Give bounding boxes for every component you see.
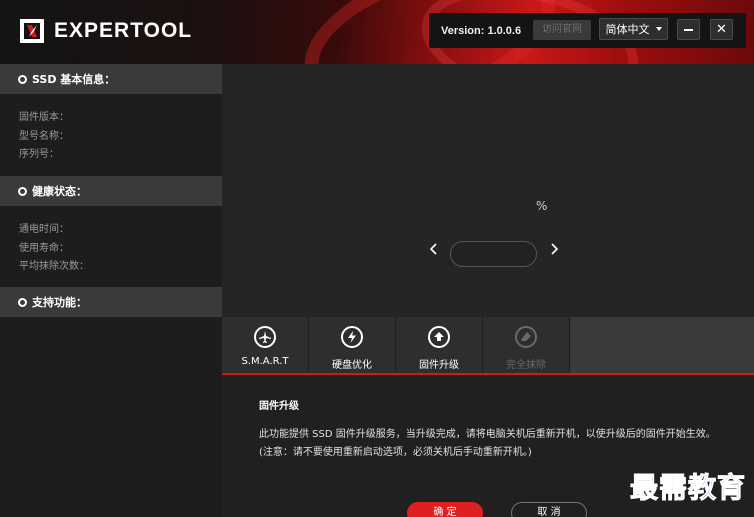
upload-icon <box>428 326 450 348</box>
tab-secure-erase: 完全抹除 <box>483 317 570 373</box>
tab-label: S.M.A.R.T <box>241 356 289 367</box>
eraser-icon <box>515 326 537 348</box>
tab-label: 硬盘优化 <box>332 360 372 371</box>
window-toolbar: Version: 1.0.0.6 访问官网 简体中文 ✕ <box>429 13 746 48</box>
app-logo: EXPERTOOL <box>18 17 192 45</box>
minimize-icon <box>684 28 693 31</box>
section-header-ssd-info: SSD 基本信息： <box>0 64 222 94</box>
section-header-features: 支持功能： <box>0 287 222 317</box>
tab-firmware-upgrade[interactable]: 固件升级 <box>396 317 483 373</box>
watermark: 最需教育 <box>629 471 747 505</box>
tab-optimize[interactable]: 硬盘优化 <box>309 317 396 373</box>
visit-website-button[interactable]: 访问官网 <box>533 20 591 40</box>
section-title: 健康状态： <box>32 185 87 198</box>
app-header: EXPERTOOL Version: 1.0.0.6 访问官网 简体中文 ✕ <box>0 0 754 64</box>
circle-bullet-icon <box>18 297 27 307</box>
power-on-time-label: 通电时间： <box>19 224 69 235</box>
health-fields: 通电时间： 使用寿命： 平均抹除次数： <box>0 206 222 287</box>
feature-tabs: S.M.A.R.T 硬盘优化 固件升级 完全抹除 <box>222 317 754 373</box>
tab-label: 固件升级 <box>419 360 459 371</box>
cancel-button[interactable]: 取 消 <box>511 502 587 517</box>
model-name-label: 型号名称： <box>19 130 69 142</box>
drive-display-area: % <box>222 64 754 317</box>
section-title: SSD 基本信息： <box>32 73 116 86</box>
lightning-icon <box>341 326 363 348</box>
brand-name: EXPERTOOL <box>54 19 193 42</box>
tab-label: 完全抹除 <box>506 360 546 371</box>
caret-down-icon <box>655 27 662 31</box>
avg-erase-count-label: 平均抹除次数： <box>19 261 89 272</box>
circle-bullet-icon <box>18 74 27 84</box>
info-sidebar: SSD 基本信息： 固件版本： 型号名称： 序列号： 健康状态： 通电时间： 使… <box>0 64 222 517</box>
version-label: Version: 1.0.0.6 <box>441 24 522 37</box>
tabs-filler <box>570 317 754 373</box>
circle-bullet-icon <box>18 186 27 196</box>
firmware-version-label: 固件版本： <box>19 112 69 123</box>
language-select[interactable]: 简体中文 <box>599 18 668 40</box>
panel-title: 固件升级 <box>259 401 299 412</box>
section-title: 支持功能： <box>32 296 87 309</box>
health-percent: % <box>536 199 548 213</box>
language-value: 简体中文 <box>605 23 650 36</box>
lifespan-label: 使用寿命： <box>19 242 69 254</box>
logo-icon <box>20 19 44 43</box>
panel-description: 此功能提供 SSD 固件升级服务，当升级完成，请将电脑关机后重新开机，以使升级后… <box>259 429 716 458</box>
minimize-button[interactable] <box>677 19 700 40</box>
ssd-info-fields: 固件版本： 型号名称： 序列号： <box>0 94 222 176</box>
drive-selector[interactable] <box>450 241 537 267</box>
confirm-button[interactable]: 确 定 <box>407 502 483 517</box>
close-button[interactable]: ✕ <box>710 19 733 40</box>
section-header-health: 健康状态： <box>0 176 222 206</box>
tab-smart[interactable]: S.M.A.R.T <box>222 317 309 373</box>
airplane-icon <box>254 326 276 348</box>
chevron-left-icon[interactable] <box>429 242 439 256</box>
serial-number-label: 序列号： <box>19 149 59 160</box>
close-icon: ✕ <box>716 22 727 37</box>
chevron-right-icon[interactable] <box>549 242 559 256</box>
